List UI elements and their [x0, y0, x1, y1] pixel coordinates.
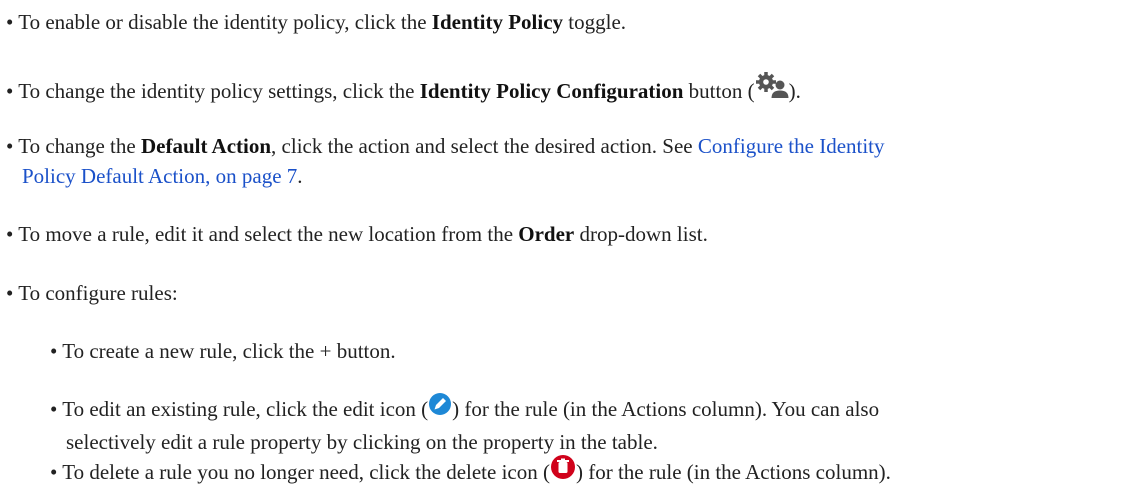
text: , click the action and select the desire… — [271, 134, 698, 158]
bullet-marker: • — [50, 397, 58, 421]
bold-term: Order — [518, 222, 575, 246]
gears-user-icon — [755, 71, 789, 109]
text: ). — [788, 78, 801, 103]
bullet-policy-configuration: • To change the identity policy settings… — [6, 71, 1136, 112]
bullet-identity-toggle: • To enable or disable the identity poli… — [6, 7, 1136, 37]
link-configure-default-action-cont[interactable]: Policy Default Action, on page 7 — [22, 164, 297, 188]
text: ) for the rule (in the Actions column). — [575, 460, 891, 484]
bullet-configure-rules: • To configure rules: — [6, 278, 1136, 308]
bold-term: Identity Policy Configuration — [419, 78, 684, 103]
text: drop-down list. — [574, 222, 708, 246]
text: To configure rules: — [18, 281, 178, 305]
text: toggle. — [563, 10, 627, 34]
text: To create a new rule, click the + button… — [62, 339, 396, 363]
sub-bullet-edit-rule: • To edit an existing rule, click the ed… — [50, 392, 1140, 457]
text: button ( — [683, 78, 755, 103]
bullet-move-rule: • To move a rule, edit it and select the… — [6, 219, 1136, 249]
text: . — [297, 164, 303, 188]
text: To change the identity policy settings, … — [18, 78, 420, 103]
link-configure-default-action[interactable]: Configure the Identity — [698, 134, 885, 158]
delete-icon — [550, 454, 576, 488]
bullet-marker: • — [6, 134, 14, 158]
sub-bullet-delete-rule: • To delete a rule you no longer need, c… — [50, 454, 1140, 491]
bullet-marker: • — [50, 339, 58, 363]
bold-term: Identity Policy — [431, 10, 564, 34]
bullet-marker: • — [6, 78, 14, 103]
text: selectively edit a rule property by clic… — [66, 430, 658, 455]
text: To edit an existing rule, click the edit… — [62, 397, 429, 421]
text: To change the — [18, 134, 141, 158]
bullet-marker: • — [6, 281, 14, 305]
bullet-default-action: • To change the Default Action, click th… — [6, 131, 1136, 191]
text: ) for the rule (in the Actions column). … — [452, 397, 880, 421]
text: To delete a rule you no longer need, cli… — [62, 460, 550, 484]
text: To move a rule, edit it and select the n… — [18, 222, 519, 246]
bold-term: Default Action — [140, 134, 272, 158]
edit-icon — [428, 392, 452, 424]
bullet-marker: • — [50, 460, 58, 484]
bullet-marker: • — [6, 10, 14, 34]
text: To enable or disable the identity policy… — [18, 10, 432, 34]
bullet-marker: • — [6, 222, 14, 246]
sub-bullet-create-rule: • To create a new rule, click the + butt… — [50, 336, 1140, 366]
